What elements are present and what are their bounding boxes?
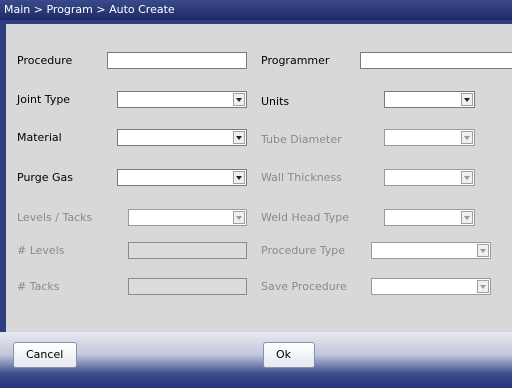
tube-diameter-select [384, 129, 475, 146]
procedure-type-label: Procedure Type [261, 244, 346, 257]
chevron-down-icon [233, 211, 245, 224]
programmer-input[interactable] [360, 52, 512, 69]
num-tacks-input [128, 278, 247, 295]
tube-diameter-label: Tube Diameter [261, 133, 342, 146]
procedure-input[interactable] [107, 52, 247, 69]
num-levels-label: # Levels [17, 244, 65, 257]
procedure-type-select [371, 242, 491, 259]
chevron-down-icon [477, 280, 489, 293]
chevron-down-icon[interactable] [461, 93, 473, 106]
cancel-button[interactable]: Cancel [13, 342, 77, 368]
chevron-down-icon[interactable] [233, 171, 245, 184]
chevron-down-icon [461, 211, 473, 224]
units-select[interactable] [384, 91, 475, 108]
breadcrumb: Main > Program > Auto Create [0, 0, 512, 20]
levels-tacks-label: Levels / Tacks [17, 211, 93, 224]
save-procedure-label: Save Procedure [261, 280, 347, 293]
programmer-label: Programmer [261, 54, 330, 67]
chevron-down-icon[interactable] [233, 131, 245, 144]
save-procedure-select [371, 278, 491, 295]
material-label: Material [17, 131, 62, 144]
num-tacks-label: # Tacks [17, 280, 60, 293]
weld-head-type-label: Weld Head Type [261, 211, 350, 224]
joint-type-select[interactable] [117, 91, 247, 108]
chevron-down-icon [461, 131, 473, 144]
weld-head-type-select [384, 209, 475, 226]
wall-thickness-label: Wall Thickness [261, 171, 342, 184]
wall-thickness-select [384, 169, 475, 186]
ok-button[interactable]: Ok [263, 342, 315, 368]
num-levels-input [128, 242, 247, 259]
material-select[interactable] [117, 129, 247, 146]
units-label: Units [261, 95, 290, 108]
joint-type-label: Joint Type [17, 93, 71, 106]
chevron-down-icon[interactable] [233, 93, 245, 106]
chevron-down-icon [477, 244, 489, 257]
chevron-down-icon [461, 171, 473, 184]
levels-tacks-select [128, 209, 247, 226]
purge-gas-label: Purge Gas [17, 171, 73, 184]
procedure-label: Procedure [17, 54, 73, 67]
purge-gas-select[interactable] [117, 169, 247, 186]
